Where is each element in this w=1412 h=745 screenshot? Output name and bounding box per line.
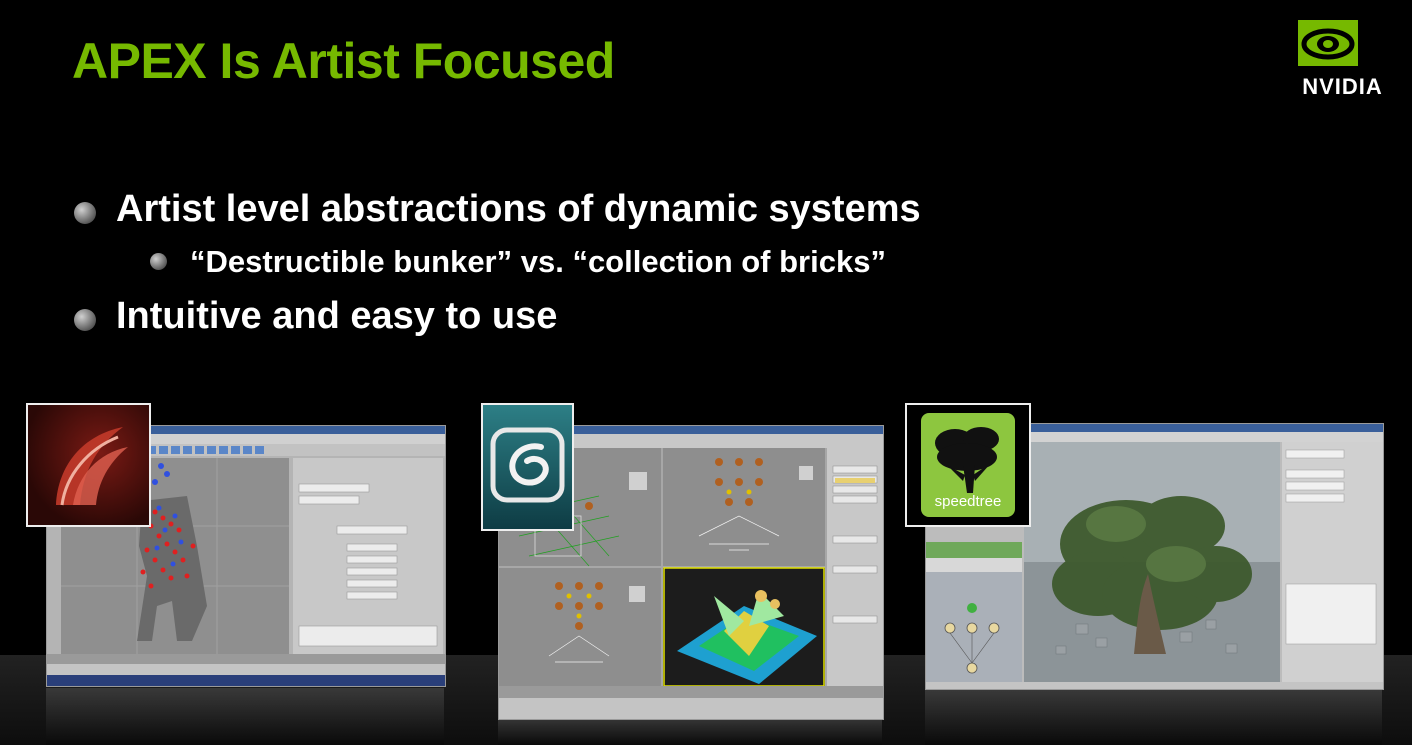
nvidia-wordmark: NVIDIA [1302,74,1383,99]
3dsmax-icon [481,403,574,531]
maya-icon [26,403,151,527]
speedtree-label: speedtree [934,493,1002,510]
bullet-1-text: Artist level abstractions of dynamic sys… [116,188,921,230]
nvidia-logo: NVIDIA [1290,18,1395,99]
sub-bullet-1: “Destructible bunker” vs. “collection of… [150,244,886,280]
speedtree-icon: speedtree [905,403,1031,527]
bullet-2: Intuitive and easy to use [74,295,558,338]
bullet-dot-icon [74,309,96,331]
maya-reflection [46,688,444,745]
bullet-dot-icon [74,202,96,224]
bullet-2-text: Intuitive and easy to use [116,295,558,337]
sub-bullet-1-text: “Destructible bunker” vs. “collection of… [190,244,886,279]
bullet-1: Artist level abstractions of dynamic sys… [74,188,921,231]
3dsmax-reflection [498,720,882,745]
slide-title: APEX Is Artist Focused [72,33,615,89]
speedtree-reflection [925,690,1382,745]
bullet-dot-icon [150,253,167,270]
nvidia-eye-icon [1298,20,1358,66]
